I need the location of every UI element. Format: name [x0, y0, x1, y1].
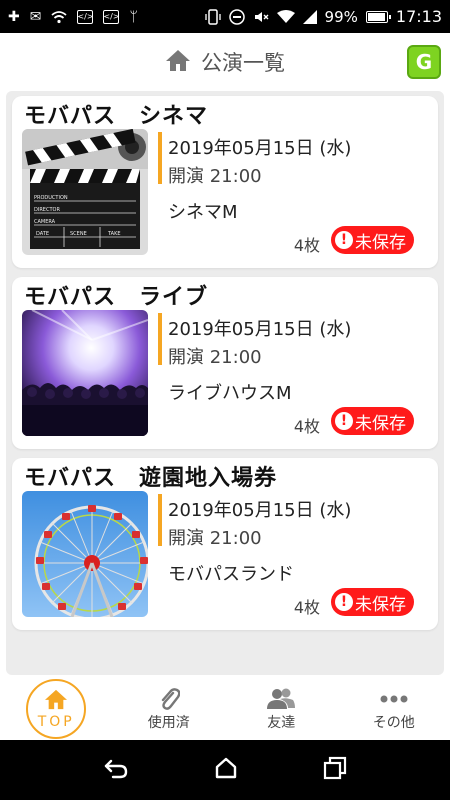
event-title: モバパス 遊園地入場券 — [24, 466, 278, 491]
event-venue: シネマM — [168, 202, 238, 223]
unsaved-badge[interactable]: ! 未保存 — [331, 226, 414, 254]
badge-label: 未保存 — [355, 594, 406, 615]
dnd-icon — [228, 8, 245, 25]
event-date: 2019年05月15日 (水) — [168, 138, 352, 159]
paperclip-icon — [158, 686, 180, 712]
clapper-camera-label: CAMERA — [34, 219, 56, 225]
vibrate-icon — [204, 8, 221, 25]
event-start-time: 開演 21:00 — [168, 528, 262, 549]
nav-friends[interactable]: 友達 — [225, 677, 338, 740]
people-icon — [266, 686, 296, 712]
concert-thumbnail — [22, 310, 148, 436]
nav-top-label: TOP — [37, 713, 75, 730]
nav-used[interactable]: 使用済 — [113, 677, 226, 740]
accent-bar — [158, 494, 162, 546]
event-card[interactable]: モバパス ライブ 2019年05月15日 (水) 開演 21:00 ライブハウス… — [12, 277, 438, 449]
status-right: 99% 17:13 — [204, 7, 442, 26]
unsaved-badge[interactable]: ! 未保存 — [331, 407, 414, 435]
event-title: モバパス ライブ — [24, 285, 209, 310]
ticket-count: 4枚 — [293, 236, 320, 255]
battery-icon — [365, 10, 391, 23]
status-left: ✚ ✉ </> </> ᛘ — [8, 9, 138, 25]
more-icon — [380, 686, 408, 712]
add-icon: ✚ — [8, 8, 20, 25]
recents-icon[interactable] — [323, 756, 347, 784]
nav-more[interactable]: その他 — [338, 677, 450, 740]
cell-signal-icon — [302, 9, 317, 24]
exclamation-icon: ! — [335, 412, 353, 430]
header-title-wrap: 公演一覧 — [165, 47, 285, 77]
system-nav-bar — [0, 740, 450, 800]
unsaved-badge[interactable]: ! 未保存 — [331, 588, 414, 616]
badge-label: 未保存 — [355, 413, 406, 434]
nav-more-label: その他 — [372, 714, 415, 731]
wifi-signal-icon — [276, 9, 295, 24]
event-card[interactable]: モバパス 遊園地入場券 2019年05月15日 (水) 開演 21:00 モバパ… — [12, 458, 438, 630]
ticket-count: 4枚 — [293, 417, 320, 436]
back-icon[interactable] — [103, 757, 129, 783]
event-list[interactable]: モバパス シネマ PRODUCTION DIRECTOR CAMERA DATE… — [6, 91, 444, 675]
exclamation-icon: ! — [335, 231, 353, 249]
event-venue: モバパスランド — [168, 564, 294, 585]
mail-icon: ✉ — [29, 8, 42, 25]
nav-top-circle[interactable]: TOP — [26, 678, 87, 739]
accent-bar — [158, 313, 162, 365]
page-title: 公演一覧 — [201, 51, 285, 75]
nav-top[interactable]: TOP — [0, 677, 113, 740]
clapper-scene-label: SCENE — [70, 231, 87, 237]
event-date: 2019年05月15日 (水) — [168, 319, 352, 340]
event-title: モバパス シネマ — [24, 104, 209, 129]
nav-used-label: 使用済 — [147, 714, 190, 731]
code-icon: </> — [77, 9, 94, 24]
event-venue: ライブハウスM — [168, 383, 292, 404]
event-card[interactable]: モバパス シネマ PRODUCTION DIRECTOR CAMERA DATE… — [12, 96, 438, 268]
clapper-director-label: DIRECTOR — [34, 207, 60, 213]
usb-icon: ᛘ — [129, 8, 138, 25]
event-date: 2019年05月15日 (水) — [168, 500, 352, 521]
code-icon-2: </> — [103, 9, 120, 24]
bottom-nav: TOP 使用済 友達 その他 — [0, 677, 450, 740]
clapper-date-label: DATE — [36, 231, 49, 237]
home-button-icon[interactable] — [214, 756, 238, 784]
mute-icon — [253, 9, 269, 25]
event-start-time: 開演 21:00 — [168, 166, 262, 187]
home-icon — [165, 48, 191, 76]
accent-bar — [158, 132, 162, 184]
app-logo-text: G — [415, 50, 433, 74]
clapper-production-label: PRODUCTION — [34, 195, 68, 201]
badge-label: 未保存 — [355, 232, 406, 253]
cinema-thumbnail: PRODUCTION DIRECTOR CAMERA DATE SCENE TA… — [22, 129, 148, 255]
header: 公演一覧 G — [0, 33, 450, 91]
ticket-count: 4枚 — [293, 598, 320, 617]
home-icon — [44, 688, 68, 714]
status-bar: ✚ ✉ </> </> ᛘ 99% 17:13 — [0, 0, 450, 33]
event-start-time: 開演 21:00 — [168, 347, 262, 368]
nav-friends-label: 友達 — [267, 714, 296, 731]
wifi-icon — [51, 10, 68, 24]
battery-percent: 99% — [324, 7, 358, 26]
app-logo[interactable]: G — [407, 45, 441, 79]
ferris-wheel-thumbnail — [22, 491, 148, 617]
clock: 17:13 — [395, 7, 442, 26]
exclamation-icon: ! — [335, 593, 353, 611]
clapper-take-label: TAKE — [107, 231, 121, 237]
